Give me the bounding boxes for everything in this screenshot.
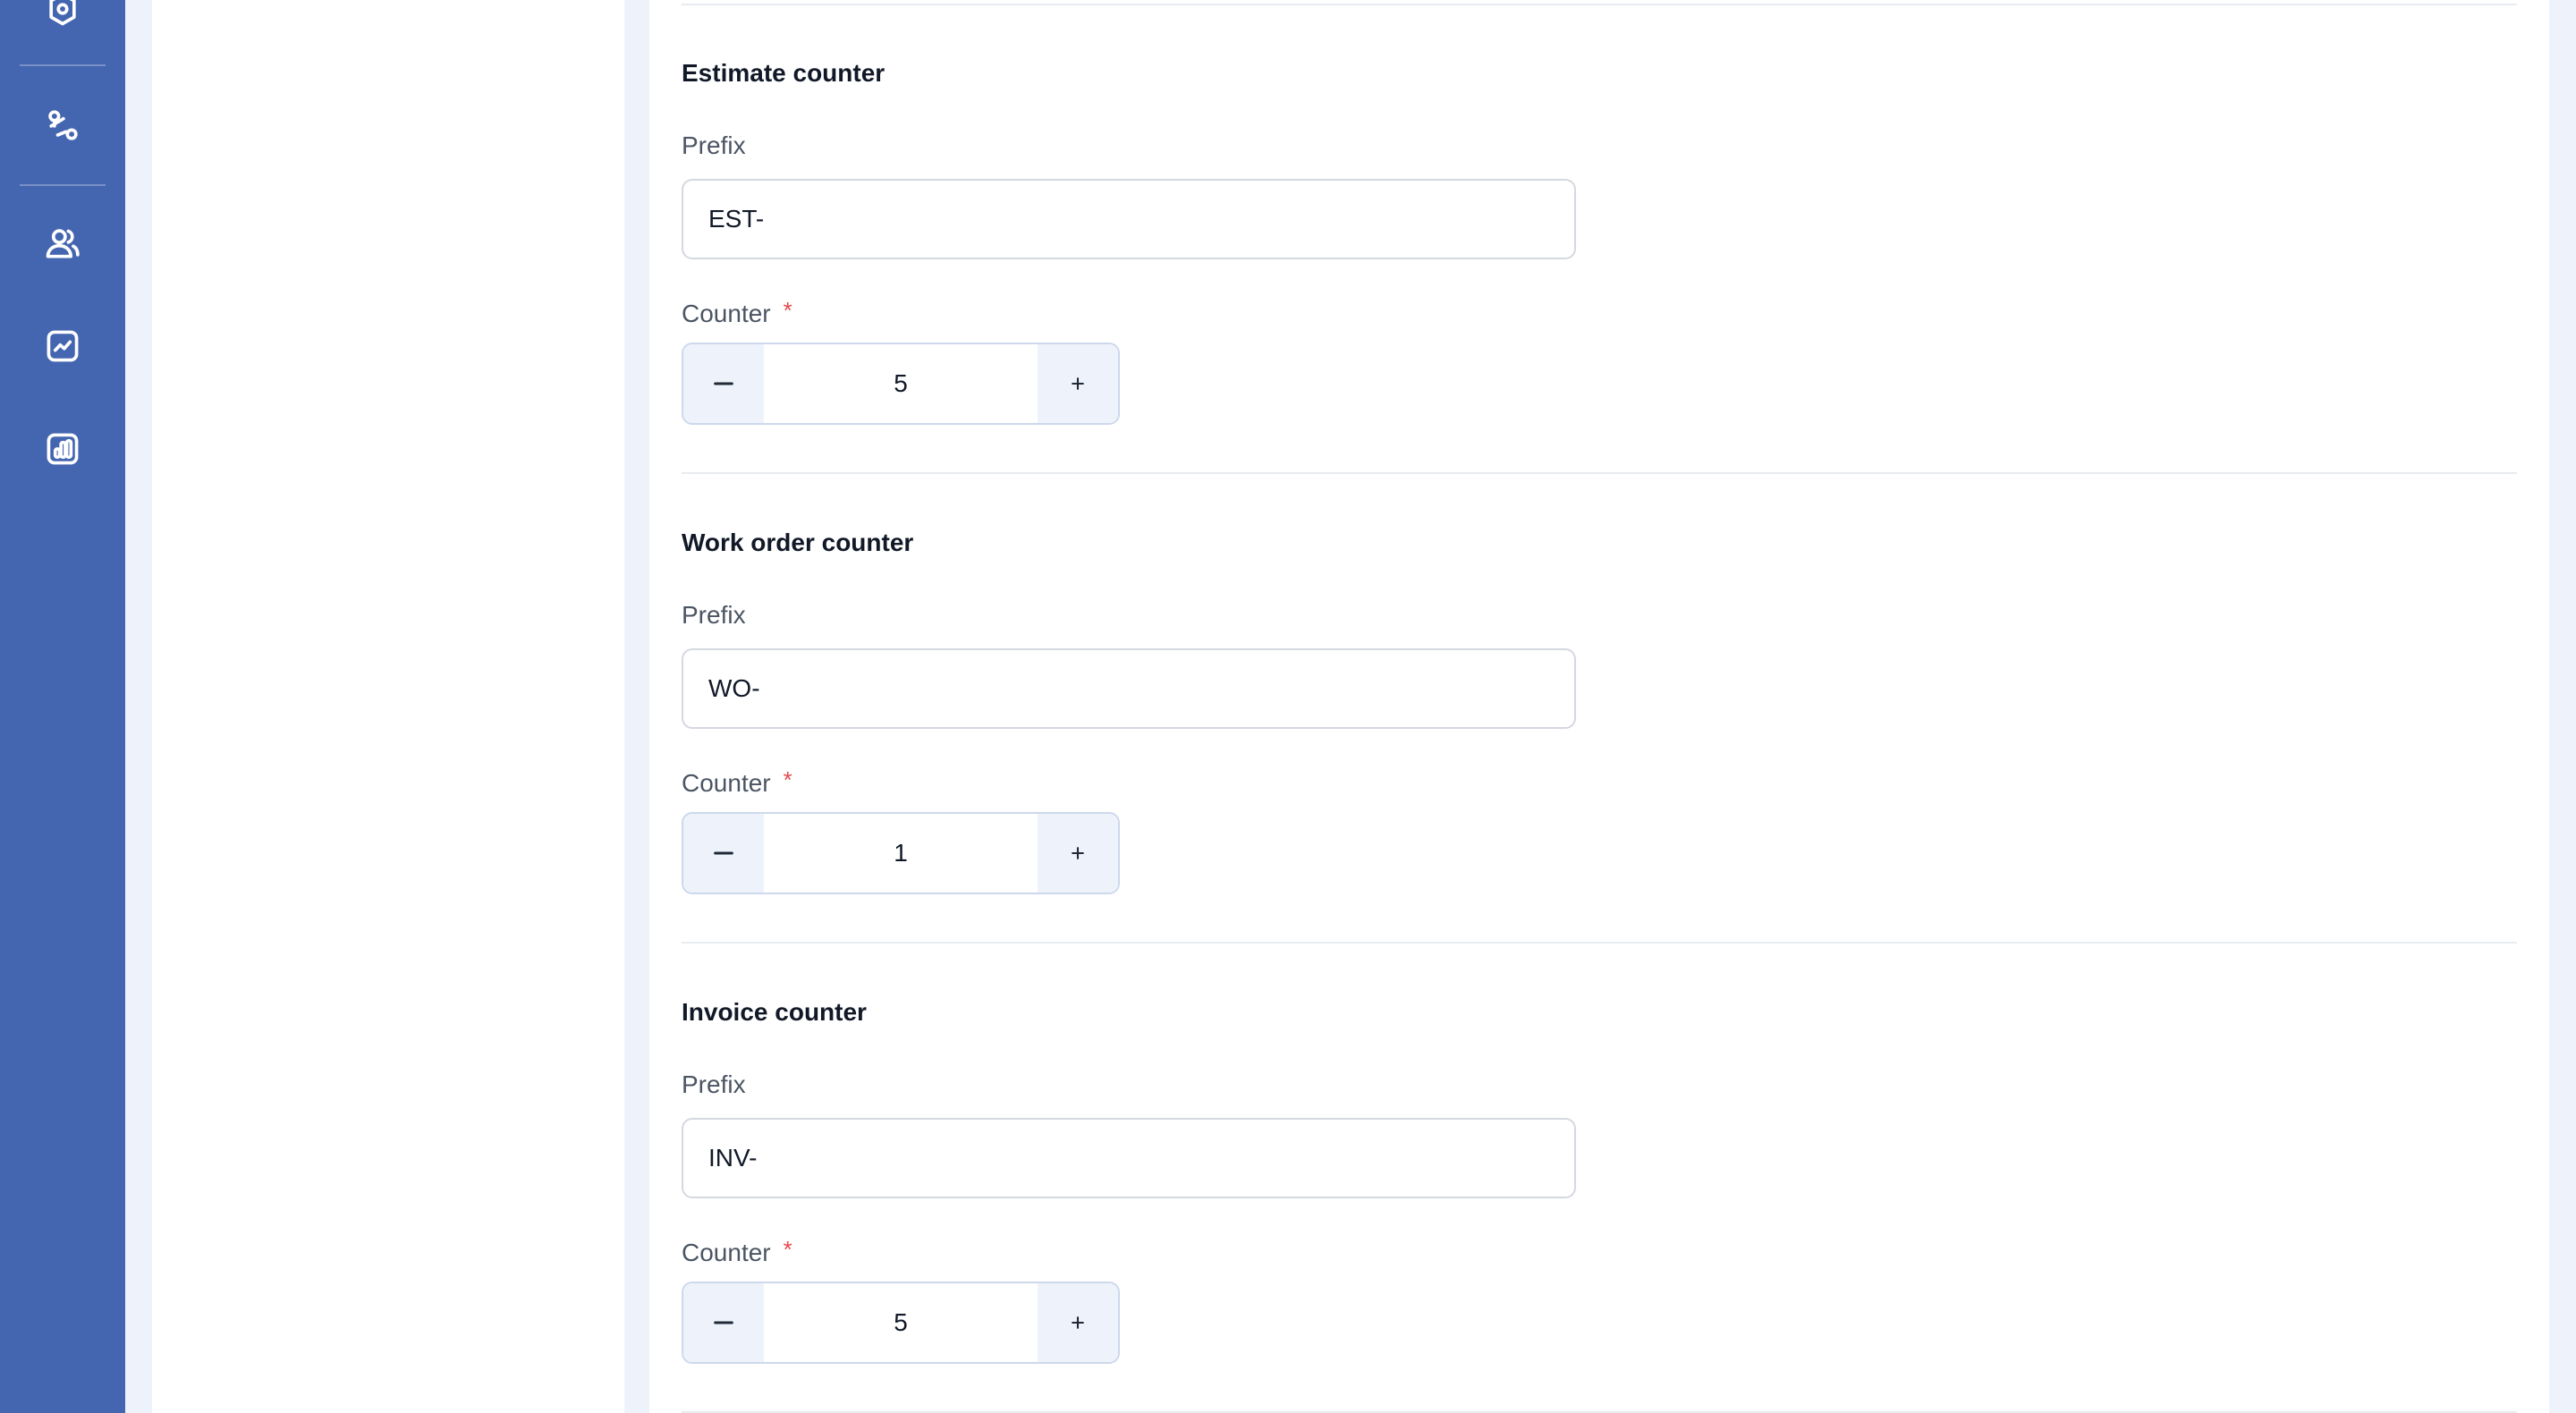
- required-indicator: *: [783, 297, 792, 324]
- estimate-counter-label: Counter *: [682, 295, 792, 329]
- invoice-increment-button[interactable]: [1038, 1283, 1118, 1362]
- bar-chart-icon[interactable]: [0, 408, 125, 490]
- estimate-counter-label-text: Counter: [682, 300, 771, 327]
- sidebar-divider: [20, 64, 106, 66]
- required-indicator: *: [783, 1236, 792, 1263]
- work-order-increment-button[interactable]: [1038, 814, 1118, 893]
- section-divider: [682, 942, 2517, 943]
- invoice-prefix-input[interactable]: [682, 1118, 1576, 1198]
- sidebar-divider: [20, 184, 106, 186]
- estimate-counter-title: Estimate counter: [682, 59, 886, 87]
- secondary-panel: [152, 0, 624, 1413]
- invoice-counter-stepper: [682, 1282, 1120, 1364]
- plus-icon: [1072, 1316, 1084, 1329]
- users-icon[interactable]: [0, 202, 125, 284]
- plus-icon: [1072, 377, 1084, 390]
- plus-icon: [1072, 847, 1084, 859]
- invoice-counter-label: Counter *: [682, 1234, 792, 1268]
- settings-shield-icon[interactable]: [0, 0, 125, 50]
- estimate-counter-stepper: [682, 343, 1120, 425]
- minus-icon: [714, 851, 733, 855]
- estimate-increment-button[interactable]: [1038, 344, 1118, 423]
- estimate-decrement-button[interactable]: [683, 344, 764, 423]
- estimate-prefix-label: Prefix: [682, 131, 746, 159]
- work-order-counter-input[interactable]: [764, 814, 1038, 893]
- minus-icon: [714, 382, 733, 385]
- route-icon[interactable]: [0, 84, 125, 166]
- section-divider: [682, 4, 2517, 5]
- invoice-counter-title: Invoice counter: [682, 998, 867, 1026]
- work-order-counter-stepper: [682, 812, 1120, 894]
- work-order-counter-label-text: Counter: [682, 769, 771, 797]
- work-order-prefix-input[interactable]: [682, 648, 1576, 729]
- activity-chart-icon[interactable]: [0, 305, 125, 387]
- invoice-counter-input[interactable]: [764, 1283, 1038, 1362]
- work-order-decrement-button[interactable]: [683, 814, 764, 893]
- invoice-counter-label-text: Counter: [682, 1239, 771, 1266]
- section-divider: [682, 472, 2517, 474]
- work-order-counter-title: Work order counter: [682, 529, 914, 556]
- estimate-prefix-input[interactable]: [682, 179, 1576, 259]
- minus-icon: [714, 1321, 733, 1324]
- estimate-counter-input[interactable]: [764, 344, 1038, 423]
- invoice-decrement-button[interactable]: [683, 1283, 764, 1362]
- required-indicator: *: [783, 766, 792, 793]
- invoice-prefix-label: Prefix: [682, 1070, 746, 1098]
- work-order-prefix-label: Prefix: [682, 601, 746, 629]
- sidebar: [0, 0, 125, 1413]
- work-order-counter-label: Counter *: [682, 765, 792, 799]
